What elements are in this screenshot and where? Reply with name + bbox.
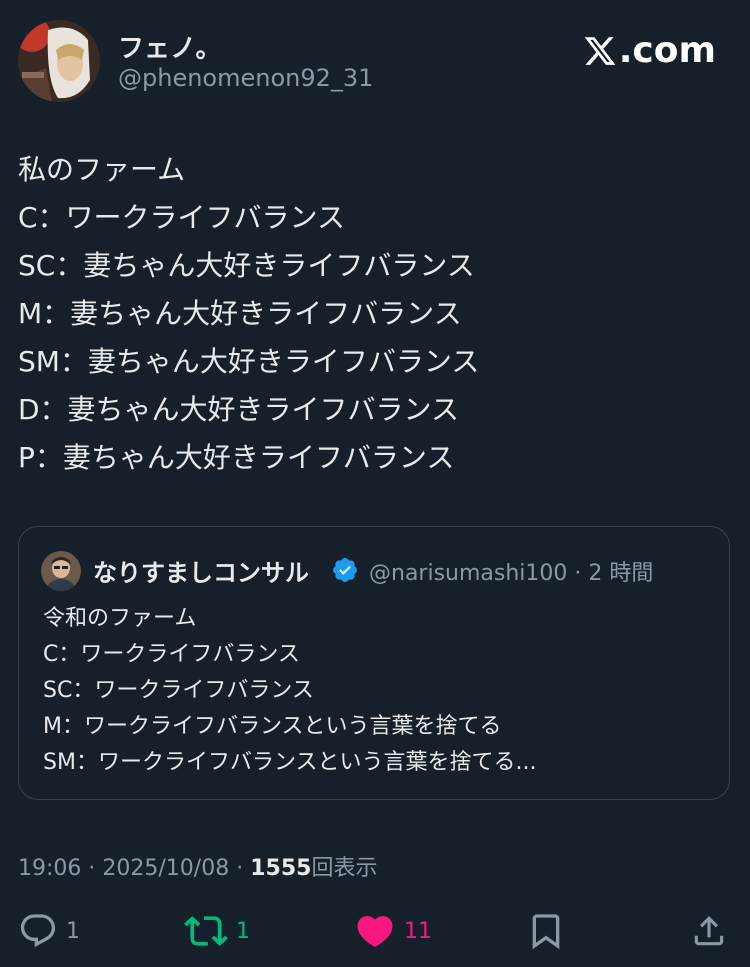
- quoted-line: C：ワークライフバランス: [43, 642, 300, 667]
- quoted-line: SC：ワークライフバランス: [43, 678, 314, 703]
- brand-text: .com: [618, 30, 716, 71]
- tweet-page: フェノ。 @phenomenon92_31 .com 私のファーム C：ワークラ…: [0, 0, 750, 967]
- action-bar: 1 1 11: [0, 906, 750, 956]
- share-icon: [694, 916, 724, 946]
- tweet-time[interactable]: 19:06: [18, 856, 81, 881]
- heart-icon: [357, 916, 393, 948]
- reply-button[interactable]: 1: [18, 906, 80, 956]
- retweet-icon: [184, 916, 228, 946]
- quoted-author-handle[interactable]: @narisumashi100: [369, 561, 567, 586]
- views-count: 1555: [250, 856, 312, 881]
- tweet-date[interactable]: 2025/10/08: [102, 856, 229, 881]
- verified-badge-icon: [333, 558, 357, 582]
- author-name[interactable]: フェノ。: [118, 28, 221, 65]
- reply-icon: [20, 914, 56, 948]
- bookmark-icon: [532, 914, 560, 950]
- quoted-author-name[interactable]: なりすましコンサル: [93, 553, 309, 588]
- quoted-line: 令和のファーム: [43, 606, 197, 631]
- share-button[interactable]: [690, 906, 728, 956]
- views-label: 回表示: [311, 856, 378, 881]
- quoted-tweet-card[interactable]: なりすましコンサル @narisumashi100 · 2 時間 令和のファーム…: [18, 526, 730, 800]
- tweet-line: C：ワークライフバランス: [18, 201, 345, 234]
- brand-logo: .com: [583, 30, 716, 71]
- quoted-line: M：ワークライフバランスという言葉を捨てる: [43, 714, 502, 739]
- retweet-button[interactable]: 1: [184, 906, 250, 956]
- bookmark-button[interactable]: [526, 906, 566, 956]
- tweet-line: D：妻ちゃん大好きライフバランス: [18, 393, 460, 426]
- quoted-tweet-text: 令和のファーム C：ワークライフバランス SC：ワークライフバランス M：ワーク…: [43, 601, 537, 781]
- quoted-author-avatar[interactable]: [41, 551, 81, 591]
- tweet-meta: 19:06 · 2025/10/08 · 1555回表示: [18, 850, 377, 882]
- quoted-time[interactable]: 2 時間: [588, 561, 653, 586]
- like-count: 11: [404, 918, 432, 944]
- separator: ·: [88, 856, 96, 881]
- tweet-line: SM：妻ちゃん大好きライフバランス: [18, 345, 480, 378]
- author-handle[interactable]: @phenomenon92_31: [118, 64, 373, 92]
- tweet-text: 私のファーム C：ワークライフバランス SC：妻ちゃん大好きライフバランス M：…: [18, 146, 728, 482]
- retweet-count: 1: [236, 918, 250, 944]
- reply-count: 1: [66, 918, 80, 944]
- quoted-meta: @narisumashi100 · 2 時間: [369, 555, 653, 587]
- tweet-line: P：妻ちゃん大好きライフバランス: [18, 441, 455, 474]
- tweet-line: SC：妻ちゃん大好きライフバランス: [18, 249, 475, 282]
- tweet-line: M：妻ちゃん大好きライフバランス: [18, 297, 462, 330]
- quoted-line: SM：ワークライフバランスという言葉を捨てる...: [43, 750, 537, 775]
- like-button[interactable]: 11: [354, 906, 432, 956]
- author-avatar[interactable]: [18, 20, 100, 102]
- separator: ·: [574, 561, 582, 586]
- x-logo-icon: [584, 36, 616, 65]
- tweet-line: 私のファーム: [18, 153, 186, 186]
- separator: ·: [236, 856, 244, 881]
